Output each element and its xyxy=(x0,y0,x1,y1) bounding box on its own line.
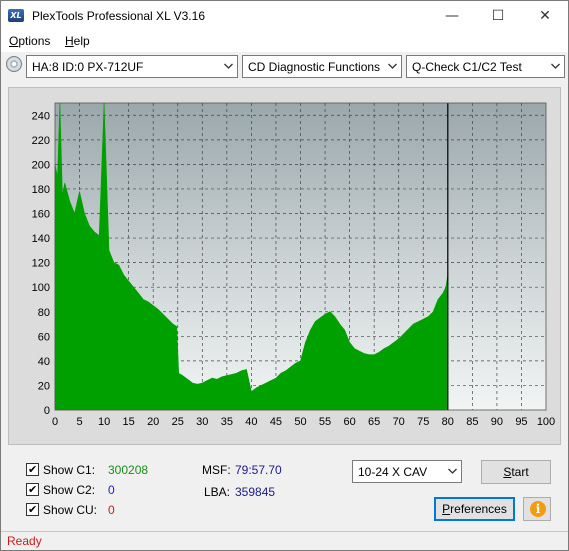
function-select[interactable]: CD Diagnostic Functions xyxy=(242,55,402,78)
msf-label: MSF: xyxy=(202,463,231,477)
test-select[interactable]: Q-Check C1/C2 Test xyxy=(406,55,565,78)
c2-value: 0 xyxy=(108,483,115,497)
msf-value: 79:57.70 xyxy=(235,463,282,477)
lba-label: LBA: xyxy=(204,485,231,499)
function-select-value: CD Diagnostic Functions xyxy=(248,60,381,74)
x-tick-label: 75 xyxy=(417,416,429,428)
x-tick-label: 15 xyxy=(123,416,135,428)
status-text: Ready xyxy=(7,534,42,548)
y-tick-label: 100 xyxy=(32,282,50,294)
menu-help-label: elp xyxy=(73,34,90,48)
chart-panel: 0 20 40 60 80 100 120 140 160 180 200 220 240 0 5 10 15 2… xyxy=(8,87,561,445)
lba-value: 359845 xyxy=(235,485,276,499)
x-tick-label: 40 xyxy=(245,416,257,428)
menu-help-accel: H xyxy=(65,34,74,48)
info-button[interactable]: i xyxy=(523,497,551,521)
start-label: tart xyxy=(511,465,529,479)
y-tick-label: 220 xyxy=(32,135,50,147)
x-tick-label: 25 xyxy=(172,416,184,428)
info-icon: i xyxy=(530,501,546,517)
app-window: XL PlexTools Professional XL V3.16 — ☐ ✕… xyxy=(0,0,569,551)
x-tick-label: 45 xyxy=(270,416,282,428)
show-c1-checkbox[interactable]: ✔ xyxy=(26,463,39,476)
menu-options[interactable]: Options xyxy=(9,34,50,48)
x-tick-label: 0 xyxy=(52,416,58,428)
results-panel: ✔ Show C1: 300208 ✔ Show C2: 0 ✔ Show CU… xyxy=(1,453,568,529)
x-tick-label: 80 xyxy=(442,416,454,428)
x-tick-label: 30 xyxy=(196,416,208,428)
menu-options-label: ptions xyxy=(18,34,51,48)
show-c2-checkbox[interactable]: ✔ xyxy=(26,483,39,496)
x-tick-label: 100 xyxy=(537,416,555,428)
x-tick-label: 60 xyxy=(343,416,355,428)
x-tick-label: 95 xyxy=(515,416,527,428)
c1-value: 300208 xyxy=(108,463,149,477)
cu-value: 0 xyxy=(108,503,115,517)
x-tick-label: 65 xyxy=(368,416,380,428)
app-logo-icon: XL xyxy=(8,9,24,22)
check-icon: ✔ xyxy=(28,463,38,476)
show-cu-checkbox[interactable]: ✔ xyxy=(26,503,39,516)
preferences-button[interactable]: Preferences xyxy=(434,497,515,521)
drive-select-value: HA:8 ID:0 PX-712UF xyxy=(32,60,144,74)
y-tick-label: 120 xyxy=(32,258,50,270)
x-tick-label: 90 xyxy=(491,416,503,428)
preferences-accel: P xyxy=(442,502,451,516)
menu-help[interactable]: Help xyxy=(65,34,90,48)
window-title: PlexTools Professional XL V3.16 xyxy=(32,9,205,23)
title-bar: XL PlexTools Professional XL V3.16 — ☐ ✕ xyxy=(1,1,568,31)
x-tick-label: 10 xyxy=(98,416,110,428)
y-tick-label: 180 xyxy=(32,184,50,196)
chevron-down-icon xyxy=(388,63,397,69)
y-tick-label: 240 xyxy=(32,110,50,122)
x-tick-label: 55 xyxy=(319,416,331,428)
y-tick-label: 20 xyxy=(38,380,50,392)
x-tick-label: 20 xyxy=(147,416,159,428)
c1c2-chart: 0 20 40 60 80 100 120 140 160 180 200 220 240 0 5 10 15 2… xyxy=(32,102,555,428)
chevron-down-icon xyxy=(448,468,457,474)
y-tick-label: 80 xyxy=(38,307,50,319)
x-tick-label: 85 xyxy=(466,416,478,428)
toolbar: HA:8 ID:0 PX-712UF CD Diagnostic Functio… xyxy=(1,52,568,82)
disc-icon xyxy=(6,56,22,72)
show-cu-label: Show CU: xyxy=(43,503,98,517)
menu-bar: Options Help xyxy=(1,31,568,52)
y-tick-label: 160 xyxy=(32,209,50,221)
start-button[interactable]: Start xyxy=(481,460,551,484)
test-select-value: Q-Check C1/C2 Test xyxy=(412,60,522,74)
speed-select[interactable]: 10-24 X CAV xyxy=(352,460,462,483)
speed-select-value: 10-24 X CAV xyxy=(358,465,428,479)
show-c1-label: Show C1: xyxy=(43,463,96,477)
maximize-button[interactable]: ☐ xyxy=(475,1,521,31)
y-tick-label: 0 xyxy=(44,405,50,417)
chevron-down-icon xyxy=(551,63,560,69)
x-tick-label: 35 xyxy=(221,416,233,428)
check-icon: ✔ xyxy=(28,483,38,496)
show-c2-label: Show C2: xyxy=(43,483,96,497)
y-tick-label: 200 xyxy=(32,159,50,171)
x-tick-label: 70 xyxy=(393,416,405,428)
preferences-label: references xyxy=(450,502,507,516)
close-button[interactable]: ✕ xyxy=(522,1,568,31)
y-tick-label: 60 xyxy=(38,331,50,343)
x-tick-label: 50 xyxy=(294,416,306,428)
y-tick-label: 140 xyxy=(32,233,50,245)
menu-options-accel: O xyxy=(9,34,19,48)
status-bar: Ready xyxy=(1,531,568,550)
y-tick-label: 40 xyxy=(38,356,50,368)
drive-select[interactable]: HA:8 ID:0 PX-712UF xyxy=(26,55,238,78)
minimize-button[interactable]: — xyxy=(429,1,475,31)
x-tick-label: 5 xyxy=(76,416,82,428)
chevron-down-icon xyxy=(224,63,233,69)
check-icon: ✔ xyxy=(28,503,38,516)
